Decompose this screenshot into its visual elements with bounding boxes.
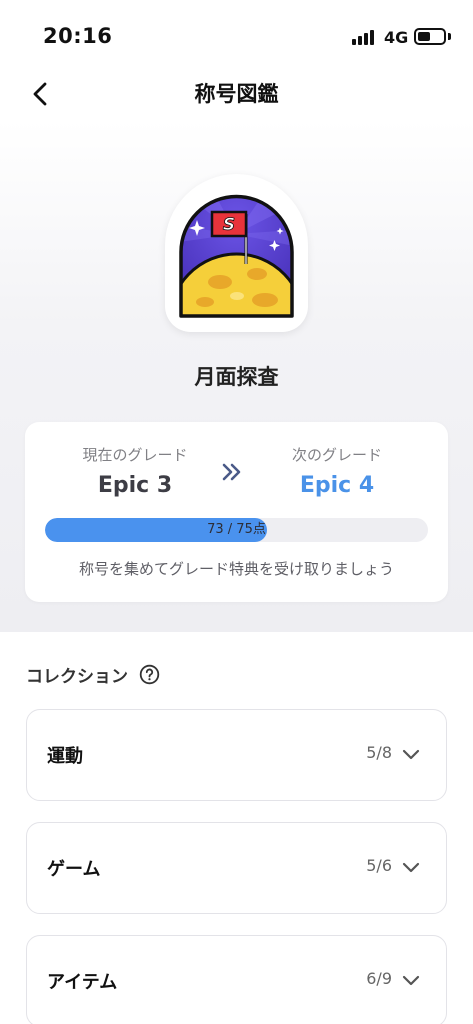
page-title: 称号図鑑 <box>194 82 279 106</box>
battery-level <box>418 32 430 41</box>
category-exercise[interactable]: 運動 5/8 <box>26 709 447 801</box>
category-item[interactable]: アイテム 6/9 <box>26 935 447 1024</box>
network-label: 4G <box>384 28 409 47</box>
collection-header: コレクション <box>26 660 160 688</box>
current-grade: 現在のグレード Epic 3 <box>45 444 225 498</box>
battery-icon <box>414 28 446 45</box>
category-game[interactable]: ゲーム 5/6 <box>26 822 447 914</box>
signal-icon <box>352 29 378 45</box>
moon-badge-icon: S <box>179 194 294 318</box>
category-count: 5/6 <box>366 856 392 875</box>
title-badge[interactable]: S <box>165 174 308 332</box>
grade-progress-bar: 73 / 75点 <box>45 518 428 542</box>
next-grade: 次のグレード Epic 4 <box>247 444 427 498</box>
category-label: 運動 <box>47 746 83 767</box>
chevron-down-icon <box>402 749 420 760</box>
double-chevron-right-icon <box>222 463 241 481</box>
category-label: アイテム <box>47 972 118 993</box>
category-count: 5/8 <box>366 743 392 762</box>
category-label: ゲーム <box>47 859 101 880</box>
status-time: 20:16 <box>43 24 113 48</box>
hero-section: S 月面探査 現在のグレード Epic 3 次のグレード Epic 4 73 /… <box>0 120 473 632</box>
grade-hint: 称号を集めてグレード特典を受け取りましょう <box>78 560 394 578</box>
question-circle-icon[interactable] <box>139 664 160 685</box>
collection-title: コレクション <box>26 666 128 687</box>
chevron-down-icon <box>402 862 420 873</box>
badge-name: 月面探査 <box>194 365 279 389</box>
battery-tip <box>448 33 451 40</box>
flag-letter: S <box>223 215 235 235</box>
grade-progress-text: 73 / 75点 <box>207 522 266 537</box>
screen: 20:16 4G 称号図鑑 S 月面探査 現在のグレード Epic 3 次のグレ… <box>0 0 473 1024</box>
current-grade-label: 現在のグレード <box>82 446 188 464</box>
status-bar: 20:16 4G <box>0 0 473 66</box>
next-grade-label: 次のグレード <box>291 446 382 464</box>
header: 称号図鑑 <box>0 66 473 120</box>
current-grade-value: Epic 3 <box>97 473 173 498</box>
chevron-down-icon <box>402 975 420 986</box>
category-count: 6/9 <box>366 969 392 988</box>
next-grade-value: Epic 4 <box>299 473 375 498</box>
grade-card: 現在のグレード Epic 3 次のグレード Epic 4 73 / 75点 称号… <box>25 422 448 602</box>
